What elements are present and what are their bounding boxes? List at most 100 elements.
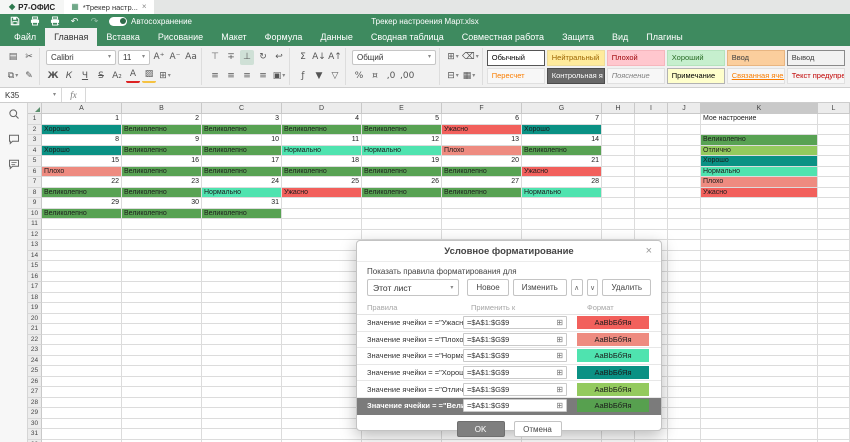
cell-B11[interactable] (122, 219, 202, 230)
cell-A1[interactable]: 1 (42, 114, 122, 125)
cell-L9[interactable] (818, 198, 850, 209)
increase-font-icon[interactable]: A⁺ (152, 50, 166, 65)
cell-D27[interactable] (282, 387, 362, 398)
cell-G8[interactable]: Нормально (522, 188, 602, 199)
cell-C17[interactable] (202, 282, 282, 293)
cell-I11[interactable] (635, 219, 668, 230)
cell-G11[interactable] (522, 219, 602, 230)
row-header-20[interactable]: 20 (28, 314, 42, 325)
select-range-icon[interactable]: ⊞ (556, 385, 563, 394)
clear-filter-icon[interactable]: ▽ (328, 68, 342, 83)
cell-L5[interactable] (818, 156, 850, 167)
cell-D6[interactable]: Великолепно (282, 167, 362, 178)
cell-D9[interactable] (282, 198, 362, 209)
cell-L28[interactable] (818, 398, 850, 409)
row-header-2[interactable]: 2 (28, 125, 42, 136)
cell-J17[interactable] (668, 282, 701, 293)
app-logo-button[interactable]: ◆ Р7-ОФИС (0, 0, 64, 14)
cell-D5[interactable]: 18 (282, 156, 362, 167)
row-header-12[interactable]: 12 (28, 230, 42, 241)
cell-J31[interactable] (668, 429, 701, 440)
cell-J4[interactable] (668, 146, 701, 157)
cell-A25[interactable] (42, 366, 122, 377)
cell-K24[interactable] (701, 356, 818, 367)
cell-A10[interactable]: Великолепно (42, 209, 122, 220)
cell-G9[interactable] (522, 198, 602, 209)
cell-H4[interactable] (602, 146, 635, 157)
cell-I10[interactable] (635, 209, 668, 220)
cell-F4[interactable]: Плохо (442, 146, 522, 157)
cell-D29[interactable] (282, 408, 362, 419)
cell-C27[interactable] (202, 387, 282, 398)
cut-icon[interactable]: ✂ (22, 50, 36, 65)
autosum-icon[interactable]: Σ (296, 50, 310, 65)
cell-G6[interactable]: Ужасно (522, 167, 602, 178)
cell-K12[interactable] (701, 230, 818, 241)
cell-K31[interactable] (701, 429, 818, 440)
cell-D18[interactable] (282, 293, 362, 304)
cell-C3[interactable]: 10 (202, 135, 282, 146)
menu-item-Вид[interactable]: Вид (603, 28, 637, 46)
cell-B14[interactable] (122, 251, 202, 262)
cell-A12[interactable] (42, 230, 122, 241)
cell-A28[interactable] (42, 398, 122, 409)
insert-function-fx-icon[interactable]: fx (62, 88, 86, 102)
menu-item-Сводная таблица[interactable]: Сводная таблица (362, 28, 453, 46)
column-header-J[interactable]: J (668, 103, 701, 114)
column-header-F[interactable]: F (442, 103, 522, 114)
font-size-select[interactable]: 11▾ (118, 50, 150, 65)
column-header-K[interactable]: K (701, 103, 818, 114)
cell-B28[interactable] (122, 398, 202, 409)
cell-K14[interactable] (701, 251, 818, 262)
cell-K8[interactable]: Ужасно (701, 188, 818, 199)
align-bottom-icon[interactable]: ⊥ (240, 50, 254, 65)
rule-row-5[interactable]: Значение ячейки = ="Отлично"=$A$1:$G$9⊞A… (357, 381, 661, 398)
cell-style-Хороший[interactable]: Хороший (667, 50, 725, 66)
row-header-27[interactable]: 27 (28, 387, 42, 398)
cell-J15[interactable] (668, 261, 701, 272)
cell-A20[interactable] (42, 314, 122, 325)
cell-C7[interactable]: 24 (202, 177, 282, 188)
cell-L14[interactable] (818, 251, 850, 262)
cell-C6[interactable]: Великолепно (202, 167, 282, 178)
cell-L20[interactable] (818, 314, 850, 325)
cell-H10[interactable] (602, 209, 635, 220)
cell-A17[interactable] (42, 282, 122, 293)
cell-G2[interactable]: Хорошо (522, 125, 602, 136)
align-right-icon[interactable]: ≡ (240, 68, 254, 83)
cell-D19[interactable] (282, 303, 362, 314)
italic-icon[interactable]: К (62, 68, 76, 83)
menu-item-Файл[interactable]: Файл (5, 28, 45, 46)
cell-A18[interactable] (42, 293, 122, 304)
quick-print-button[interactable] (49, 16, 60, 27)
cell-K3[interactable]: Великолепно (701, 135, 818, 146)
cell-D11[interactable] (282, 219, 362, 230)
cell-J16[interactable] (668, 272, 701, 283)
rule-row-3[interactable]: Значение ячейки = ="Нормально"=$A$1:$G$9… (357, 348, 661, 365)
cell-B15[interactable] (122, 261, 202, 272)
cell-style-Контрольная я[interactable]: Контрольная я (547, 68, 605, 84)
cell-B21[interactable] (122, 324, 202, 335)
cell-G7[interactable]: 28 (522, 177, 602, 188)
rule-row-4[interactable]: Значение ячейки = ="Хорошо"=$A$1:$G$9⊞Aa… (357, 365, 661, 382)
rule-row-1[interactable]: Значение ячейки = ="Ужасно"=$A$1:$G$9⊞Aa… (357, 315, 661, 332)
cell-C20[interactable] (202, 314, 282, 325)
row-header-3[interactable]: 3 (28, 135, 42, 146)
cell-J18[interactable] (668, 293, 701, 304)
select-range-icon[interactable]: ⊞ (556, 368, 563, 377)
select-range-icon[interactable]: ⊞ (556, 401, 563, 410)
undo-button[interactable]: ↶ (69, 16, 80, 27)
delete-rule-button[interactable]: Удалить (602, 279, 651, 296)
cell-J3[interactable] (668, 135, 701, 146)
cell-I6[interactable] (635, 167, 668, 178)
cell-C4[interactable]: Великолепно (202, 146, 282, 157)
row-header-8[interactable]: 8 (28, 188, 42, 199)
cell-J20[interactable] (668, 314, 701, 325)
cell-K17[interactable] (701, 282, 818, 293)
cell-K15[interactable] (701, 261, 818, 272)
cancel-button[interactable]: Отмена (514, 421, 562, 437)
align-center-icon[interactable]: ≡ (224, 68, 238, 83)
cell-F12[interactable] (442, 230, 522, 241)
autosave-toggle[interactable] (109, 17, 127, 26)
cell-J6[interactable] (668, 167, 701, 178)
